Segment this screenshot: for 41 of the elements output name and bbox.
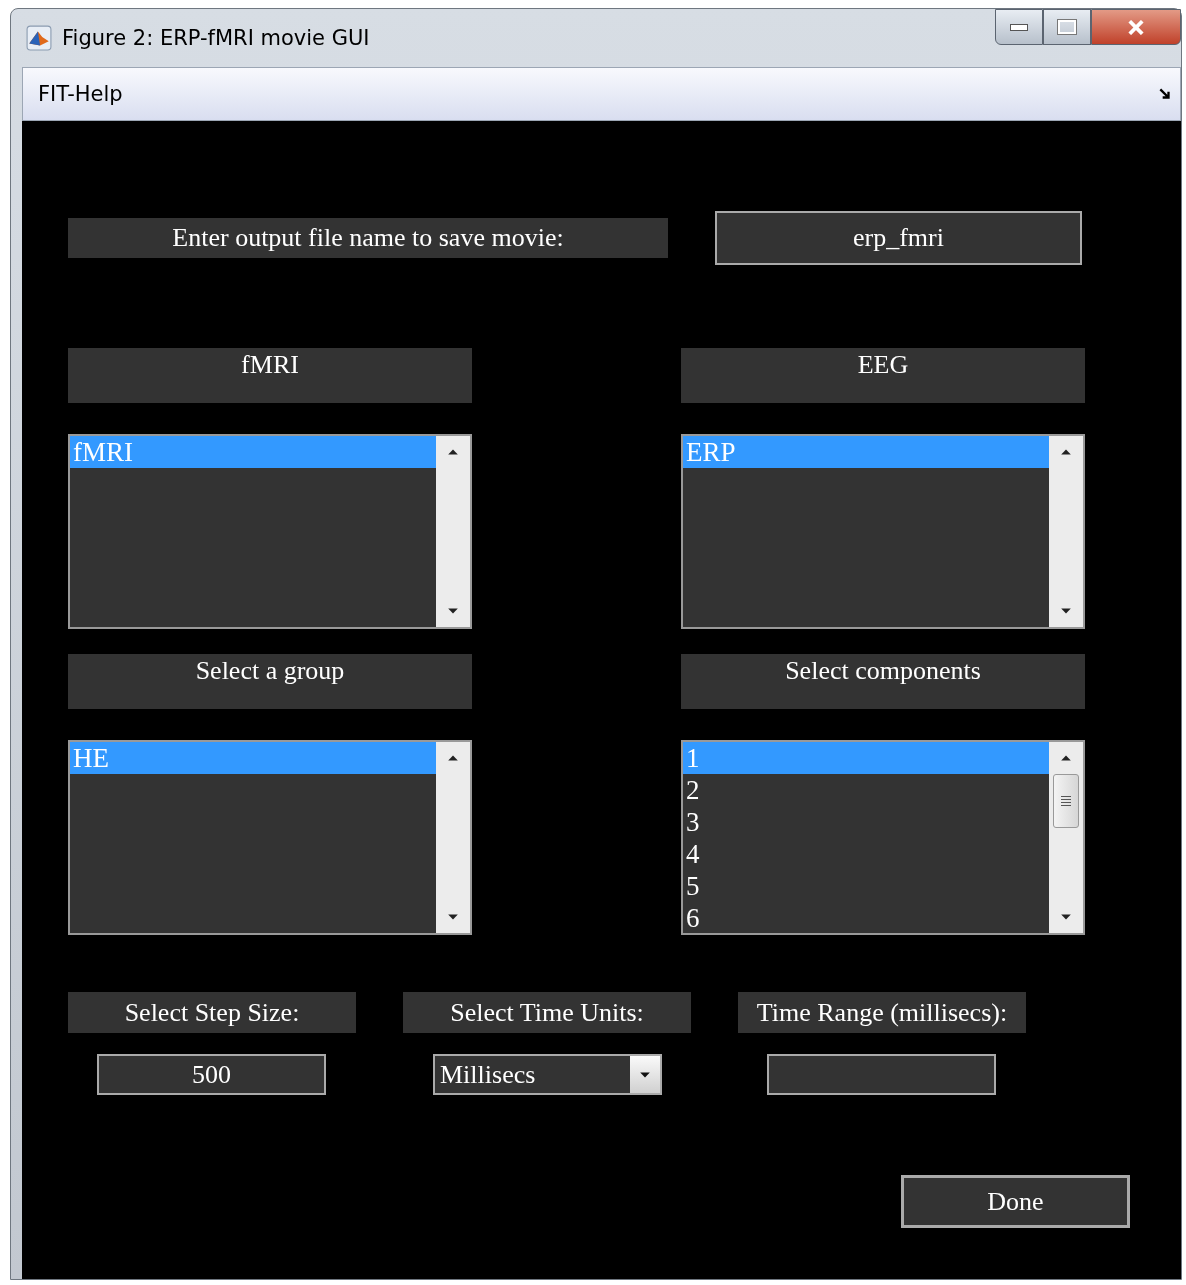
list-item[interactable]: 2	[683, 774, 1049, 806]
scrollbar[interactable]	[436, 742, 470, 933]
window-title: Figure 2: ERP-fMRI movie GUI	[62, 26, 370, 50]
minimize-button[interactable]	[995, 9, 1043, 45]
scroll-down-icon[interactable]	[447, 607, 459, 615]
setting-field[interactable]: 500	[97, 1054, 326, 1095]
list-box[interactable]: 1 2 3 4 5 6	[681, 740, 1085, 935]
menu-item[interactable]: FIT-Help	[38, 82, 123, 106]
dropdown-caret-icon	[639, 1070, 651, 1079]
list-item[interactable]: 4	[683, 838, 1049, 870]
setting-label: Time Range (millisecs):	[738, 992, 1026, 1033]
output-label: Enter output file name to save movie:	[68, 218, 668, 258]
time-units-dropdown[interactable]: Millisecs	[433, 1054, 662, 1095]
setting-field[interactable]	[767, 1054, 996, 1095]
scroll-down-icon[interactable]	[1060, 607, 1072, 615]
list-item[interactable]: 5	[683, 870, 1049, 902]
scroll-up-icon[interactable]	[1060, 754, 1072, 762]
setting-label: Select Step Size:	[68, 992, 356, 1033]
setting-label: Select Time Units:	[403, 992, 691, 1033]
list-item[interactable]: 3	[683, 806, 1049, 838]
scroll-thumb[interactable]	[1053, 774, 1079, 828]
scroll-up-icon[interactable]	[447, 754, 459, 762]
close-button[interactable]	[1091, 9, 1181, 45]
scroll-down-icon[interactable]	[1060, 913, 1072, 921]
maximize-button[interactable]	[1043, 9, 1091, 45]
panel-heading: Select components	[681, 654, 1085, 709]
app-logo-icon	[26, 25, 52, 51]
panel-heading: Select a group	[68, 654, 472, 709]
scroll-up-icon[interactable]	[447, 448, 459, 456]
close-icon	[1126, 19, 1146, 35]
scroll-up-icon[interactable]	[1060, 448, 1072, 456]
panel-heading: fMRI	[68, 348, 472, 403]
scrollbar[interactable]	[1049, 742, 1083, 933]
panel-heading: EEG	[681, 348, 1085, 403]
output-file-field[interactable]: erp_fmri	[715, 211, 1082, 265]
done-button[interactable]: Done	[901, 1175, 1130, 1228]
list-item[interactable]: 6	[683, 902, 1049, 934]
scrollbar[interactable]	[1049, 436, 1083, 627]
scrollbar[interactable]	[436, 436, 470, 627]
dock-arrow-icon[interactable]	[1158, 87, 1172, 101]
scroll-down-icon[interactable]	[447, 913, 459, 921]
